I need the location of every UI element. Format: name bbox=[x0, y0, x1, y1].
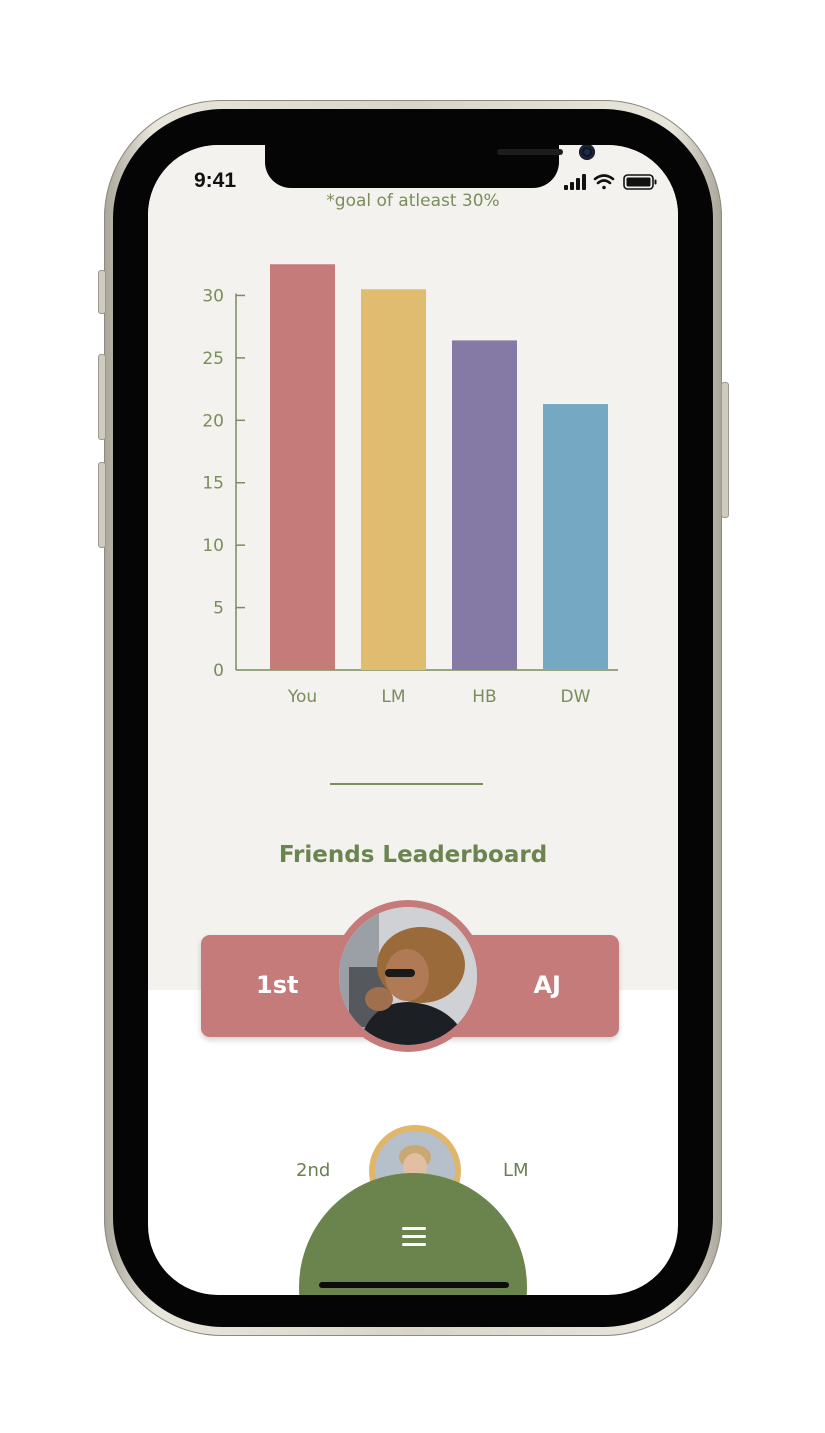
section-divider bbox=[330, 783, 483, 785]
first-name-label: AJ bbox=[533, 971, 561, 999]
avatar-illustration bbox=[339, 907, 477, 1045]
bar-hb bbox=[452, 340, 517, 670]
y-tick-label: 30 bbox=[202, 286, 224, 306]
second-name-label: LM bbox=[503, 1160, 529, 1181]
home-indicator bbox=[319, 1282, 509, 1288]
x-tick-label: HB bbox=[472, 687, 496, 707]
leaderboard-title: Friends Leaderboard bbox=[278, 842, 548, 868]
avatar-first-place[interactable] bbox=[332, 900, 484, 1052]
bar-you bbox=[270, 264, 335, 670]
avatar-photo bbox=[339, 907, 477, 1045]
x-tick-label: LM bbox=[381, 687, 405, 707]
hamburger-menu-icon bbox=[402, 1227, 426, 1247]
power-button bbox=[721, 382, 729, 518]
wifi-icon bbox=[593, 174, 615, 190]
volume-down-button bbox=[98, 462, 106, 548]
menu-button[interactable] bbox=[299, 1173, 527, 1295]
y-tick-label: 0 bbox=[213, 661, 224, 681]
status-time: 9:41 bbox=[194, 169, 237, 192]
y-tick-label: 20 bbox=[202, 411, 224, 431]
app-screen: 9:41 *goal of atleast 30% 0 5 10 15 20 25 30 Yo… bbox=[148, 145, 678, 1295]
goal-note: *goal of atleast 30% bbox=[326, 191, 500, 211]
y-tick-label: 5 bbox=[213, 599, 224, 619]
first-rank-label: 1st bbox=[256, 971, 299, 999]
bar-lm bbox=[361, 289, 426, 670]
notch bbox=[265, 145, 595, 188]
mute-switch bbox=[98, 270, 106, 314]
bar-chart: 0 5 10 15 20 25 30 You LM HB DW bbox=[202, 264, 618, 707]
y-tick-label: 15 bbox=[202, 474, 224, 494]
bar-dw bbox=[543, 404, 608, 670]
x-tick-label: DW bbox=[561, 687, 591, 707]
volume-up-button bbox=[98, 354, 106, 440]
second-rank-label: 2nd bbox=[296, 1160, 331, 1181]
x-tick-label: You bbox=[287, 687, 317, 707]
cellular-signal-icon bbox=[564, 174, 586, 190]
y-tick-label: 10 bbox=[202, 536, 224, 556]
status-icons bbox=[564, 174, 657, 190]
y-tick-label: 25 bbox=[202, 349, 224, 369]
battery-icon bbox=[623, 174, 657, 190]
earpiece-speaker bbox=[497, 149, 563, 155]
